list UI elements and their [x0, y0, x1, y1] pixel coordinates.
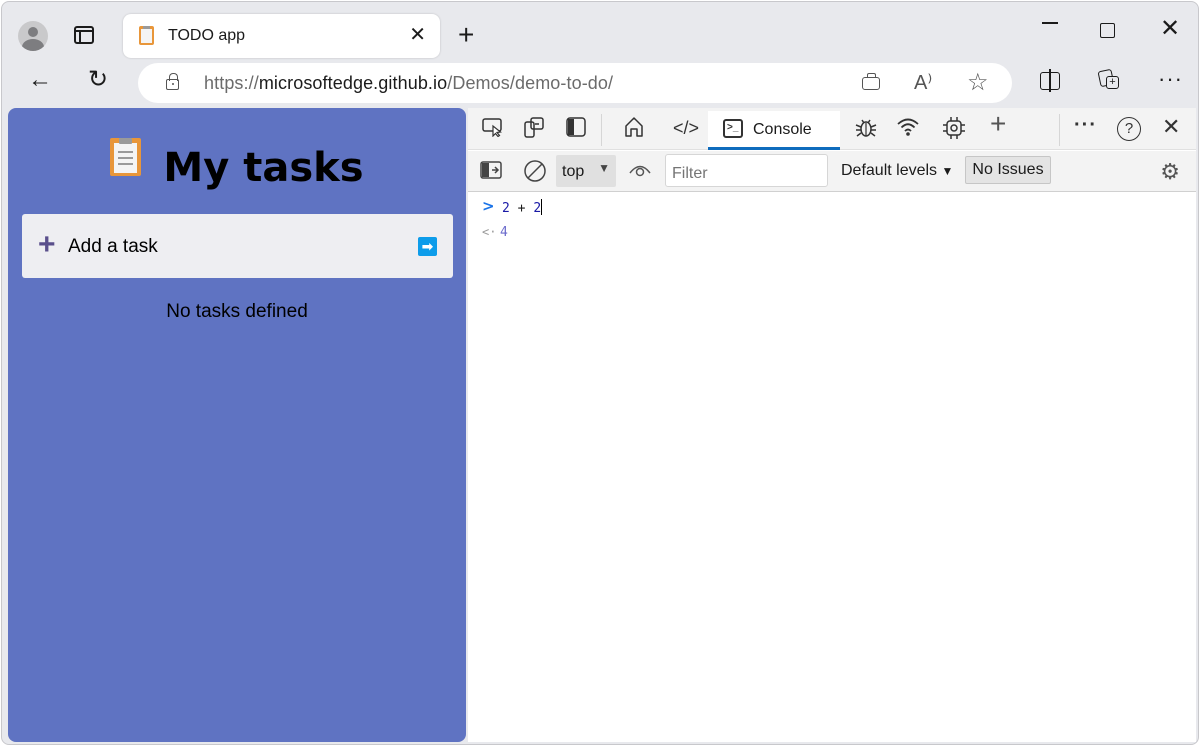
split-screen-icon[interactable] — [1040, 69, 1060, 92]
devtools-more-icon[interactable]: ··· — [1074, 114, 1097, 136]
navigation-bar: ← ↻ https://microsoftedge.github.io/Demo… — [2, 60, 1198, 106]
tab-console[interactable]: >_ Console — [708, 111, 840, 150]
refresh-button[interactable]: ↻ — [88, 65, 108, 94]
address-bar[interactable]: https://microsoftedge.github.io/Demos/de… — [138, 63, 1012, 103]
plus-icon: + — [38, 228, 56, 261]
window-close-button[interactable]: ✕ — [1160, 14, 1180, 43]
empty-tasks-message: No tasks defined — [166, 301, 308, 322]
inspect-element-icon[interactable] — [482, 117, 504, 142]
avatar-head-icon — [28, 27, 38, 37]
avatar-body-icon — [22, 39, 44, 51]
submit-arrow-button[interactable]: ➡ — [418, 237, 437, 256]
dock-side-icon[interactable] — [566, 117, 586, 142]
briefcase-icon[interactable] — [862, 73, 880, 90]
clipboard-icon — [110, 138, 142, 176]
favorite-star-icon[interactable]: ☆ — [967, 68, 989, 97]
tab-separator — [1059, 114, 1060, 146]
minimize-button[interactable] — [1042, 22, 1058, 24]
issues-button[interactable]: No Issues — [965, 156, 1051, 184]
clipboard-favicon-icon — [139, 26, 154, 45]
home-icon[interactable] — [623, 116, 645, 143]
console-result-value: 4 — [500, 225, 508, 240]
new-tab-button[interactable]: + — [458, 19, 474, 51]
console-input-expression[interactable]: 2 + 2 — [502, 199, 543, 216]
help-icon[interactable]: ? — [1117, 117, 1141, 141]
tab-title: TODO app — [168, 27, 246, 44]
operand-left: 2 — [502, 201, 510, 216]
log-levels-label: Default levels — [841, 162, 938, 179]
console-tab-label: Console — [753, 121, 812, 138]
profile-avatar[interactable] — [18, 21, 48, 51]
performance-cpu-icon[interactable] — [942, 116, 966, 145]
tab-actions-menu-icon[interactable] — [74, 26, 94, 44]
app-header: My tasks — [8, 138, 466, 191]
console-input-line[interactable]: > 2 + 2 — [468, 195, 1196, 217]
elements-tab-icon[interactable]: </> — [673, 117, 699, 139]
url-host: microsoftedge.github.io — [258, 73, 448, 93]
lock-icon[interactable] — [166, 73, 179, 90]
title-bar: TODO app ✕ + ✕ — [2, 2, 1198, 60]
chevron-down-icon: ▼ — [598, 161, 610, 175]
live-expression-eye-icon[interactable] — [628, 161, 652, 184]
url-scheme: https:// — [204, 73, 259, 93]
browser-window: TODO app ✕ + ✕ ← ↻ https://microsoftedge… — [1, 1, 1199, 745]
add-task-placeholder: Add a task — [68, 236, 158, 257]
collections-front-card: + — [1106, 76, 1119, 89]
filter-input[interactable] — [665, 154, 828, 187]
sources-bug-icon[interactable] — [854, 116, 878, 145]
more-tools-plus-icon[interactable]: + — [990, 110, 1006, 138]
settings-more-button[interactable]: ··· — [1158, 66, 1183, 92]
device-emulation-icon[interactable] — [523, 117, 545, 144]
prompt-chevron-icon: > — [482, 197, 495, 215]
devtools-panel: </> >_ Console + ··· ? ✕ top ▼ Filter De… — [468, 108, 1196, 742]
read-aloud-icon[interactable]: A⁾ — [914, 70, 932, 95]
show-sidebar-icon[interactable] — [480, 161, 502, 184]
add-task-field[interactable]: + Add a task ➡ — [22, 214, 453, 278]
maximize-button[interactable] — [1100, 23, 1115, 38]
operand-right: 2 — [533, 201, 542, 216]
browser-tab-active[interactable]: TODO app ✕ — [123, 14, 440, 58]
devtools-tab-bar: </> >_ Console + ··· ? ✕ — [468, 108, 1196, 150]
console-settings-gear-icon[interactable]: ⚙ — [1160, 159, 1180, 185]
javascript-context-select[interactable]: top ▼ — [556, 155, 616, 187]
context-value: top — [562, 163, 585, 180]
content-area: My tasks + Add a task ➡ No tasks defined — [8, 108, 1196, 742]
network-wifi-icon[interactable] — [896, 117, 920, 142]
url-path: /Demos/demo-to-do/ — [447, 73, 614, 93]
chevron-down-icon: ▼ — [941, 164, 954, 178]
console-output[interactable]: > 2 + 2 <· 4 — [468, 193, 1196, 742]
todo-app: My tasks + Add a task ➡ No tasks defined — [8, 108, 466, 742]
console-result-line: <· 4 — [468, 221, 1196, 243]
url-text[interactable]: https://microsoftedge.github.io/Demos/de… — [204, 73, 613, 94]
operator: + — [517, 201, 526, 216]
back-button[interactable]: ← — [28, 66, 52, 94]
collections-icon[interactable]: + — [1097, 68, 1119, 90]
result-arrow-icon: <· — [482, 225, 497, 239]
tab-close-icon[interactable]: ✕ — [409, 24, 426, 46]
console-toolbar: top ▼ Default levels ▼ No Issues ⚙ — [468, 151, 1196, 192]
clear-console-icon[interactable] — [523, 159, 547, 188]
devtools-close-icon[interactable]: ✕ — [1162, 116, 1180, 138]
page-title: My tasks — [163, 144, 364, 191]
log-levels-dropdown[interactable]: Default levels ▼ — [841, 162, 953, 180]
tab-separator — [601, 114, 602, 146]
text-caret — [541, 199, 543, 215]
console-icon: >_ — [723, 119, 743, 138]
